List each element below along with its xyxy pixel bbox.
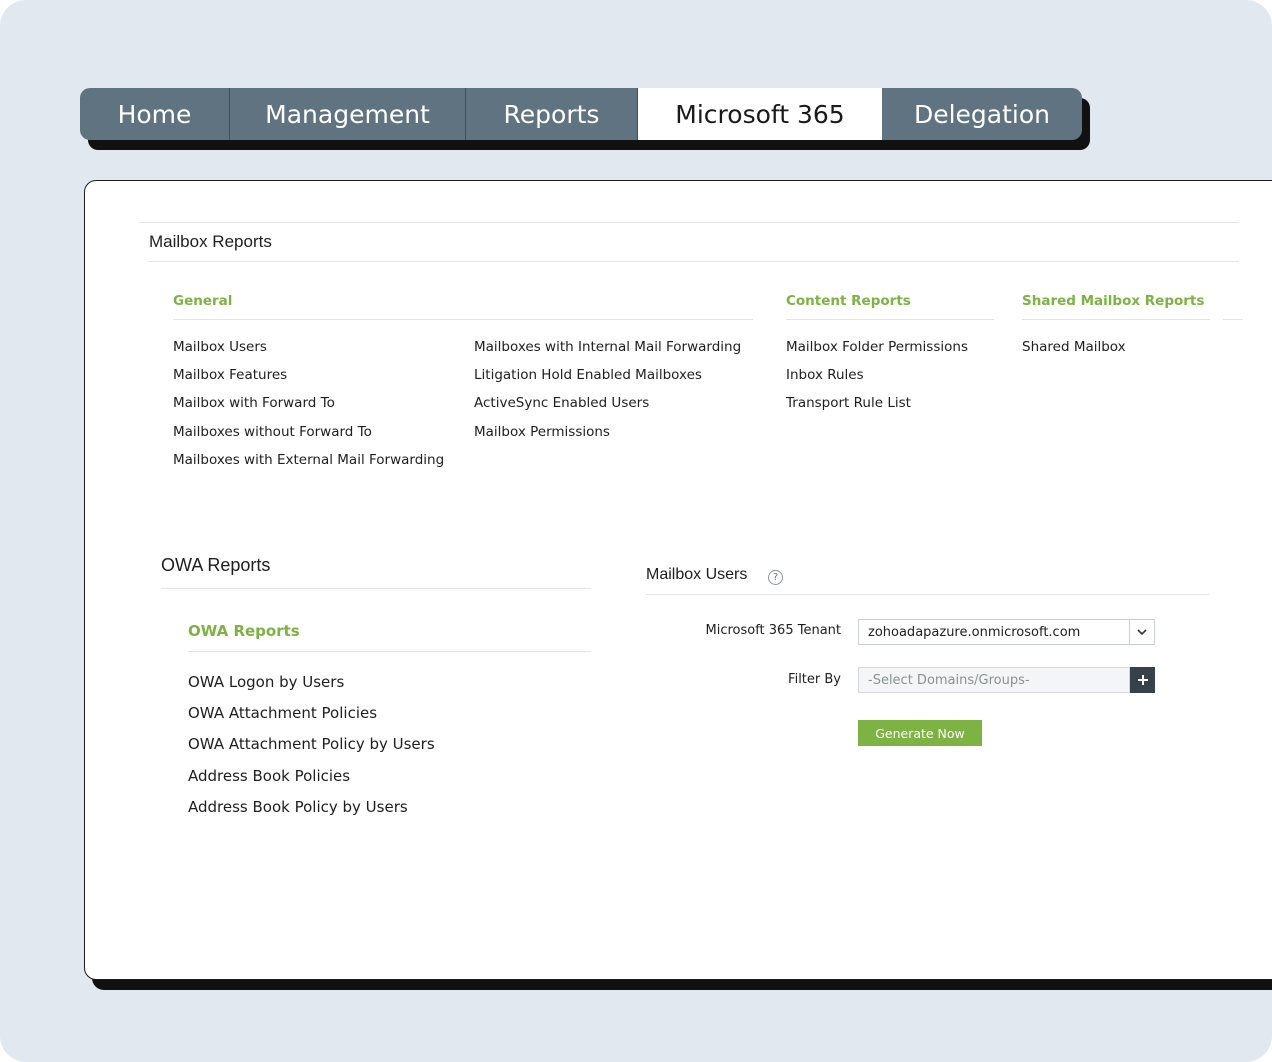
owa-link-address-book-policies[interactable]: Address Book Policies <box>188 767 350 785</box>
report-link-transport-rules[interactable]: Transport Rule List <box>786 395 911 411</box>
report-link-external-forwarding[interactable]: Mailboxes with External Mail Forwarding <box>173 452 444 468</box>
report-link-inbox-rules[interactable]: Inbox Rules <box>786 367 864 383</box>
report-link-activesync-users[interactable]: ActiveSync Enabled Users <box>474 395 649 411</box>
divider <box>1022 319 1210 320</box>
filter-input[interactable]: -Select Domains/Groups- <box>858 667 1130 693</box>
general-heading: General <box>173 293 233 309</box>
tab-home[interactable]: Home <box>80 88 230 140</box>
divider <box>149 261 1239 262</box>
report-link-mailbox-permissions[interactable]: Mailbox Permissions <box>474 424 610 440</box>
divider <box>188 651 591 652</box>
filter-label: Filter By <box>788 672 841 687</box>
divider <box>161 588 591 589</box>
plus-icon <box>1137 675 1148 685</box>
filter-placeholder: -Select Domains/Groups- <box>868 673 1030 688</box>
chevron-down-icon[interactable] <box>1129 620 1154 644</box>
report-link-mailbox-users[interactable]: Mailbox Users <box>173 339 267 355</box>
report-form-title: Mailbox Users <box>646 566 748 583</box>
tab-reports[interactable]: Reports <box>466 88 638 140</box>
owa-link-address-book-policy-users[interactable]: Address Book Policy by Users <box>188 798 408 816</box>
owa-link-attachment-policies[interactable]: OWA Attachment Policies <box>188 704 377 722</box>
tab-delegation[interactable]: Delegation <box>882 88 1082 140</box>
tab-microsoft-365[interactable]: Microsoft 365 <box>638 88 882 140</box>
report-link-without-forward-to[interactable]: Mailboxes without Forward To <box>173 424 372 440</box>
shared-mailbox-heading: Shared Mailbox Reports <box>1022 293 1205 309</box>
tenant-label: Microsoft 365 Tenant <box>705 623 841 638</box>
reports-panel: Mailbox Reports General Mailbox Users Ma… <box>84 180 1272 980</box>
owa-link-logon-by-users[interactable]: OWA Logon by Users <box>188 673 344 691</box>
report-link-shared-mailbox[interactable]: Shared Mailbox <box>1022 339 1126 355</box>
report-link-mailbox-forward-to[interactable]: Mailbox with Forward To <box>173 395 335 411</box>
owa-reports-title: OWA Reports <box>161 555 271 575</box>
report-link-litigation-hold[interactable]: Litigation Hold Enabled Mailboxes <box>474 367 702 383</box>
divider <box>173 319 753 320</box>
owa-link-attachment-policy-users[interactable]: OWA Attachment Policy by Users <box>188 735 435 753</box>
mailbox-reports-title: Mailbox Reports <box>149 232 272 251</box>
help-icon[interactable]: ? <box>768 570 783 585</box>
divider <box>139 222 1239 223</box>
divider <box>1223 319 1243 320</box>
report-link-folder-permissions[interactable]: Mailbox Folder Permissions <box>786 339 968 355</box>
help-glyph: ? <box>772 572 779 583</box>
owa-reports-heading: OWA Reports <box>188 622 300 640</box>
main-nav-tabs: Home Management Reports Microsoft 365 De… <box>80 88 1082 140</box>
content-reports-heading: Content Reports <box>786 293 911 309</box>
tenant-value: zohoadapazure.onmicrosoft.com <box>868 625 1081 640</box>
report-link-internal-forwarding[interactable]: Mailboxes with Internal Mail Forwarding <box>474 339 741 355</box>
tab-management[interactable]: Management <box>230 88 466 140</box>
divider <box>786 319 994 320</box>
tenant-select[interactable]: zohoadapazure.onmicrosoft.com <box>858 619 1155 645</box>
generate-now-button[interactable]: Generate Now <box>858 720 982 746</box>
divider <box>646 594 1209 595</box>
add-filter-button[interactable] <box>1130 667 1155 693</box>
report-link-mailbox-features[interactable]: Mailbox Features <box>173 367 287 383</box>
